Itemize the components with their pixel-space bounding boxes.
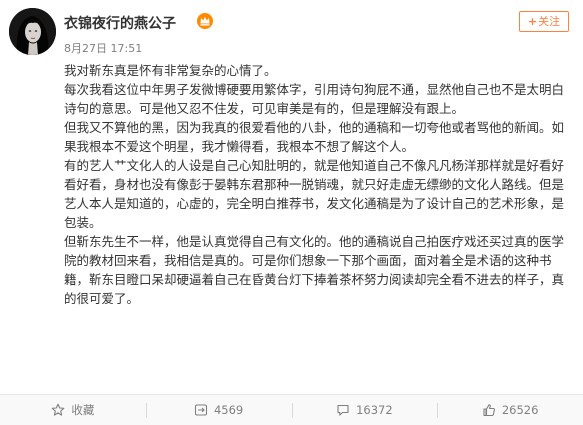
post-content: 我对靳东真是怀有非常复杂的心情了。 每次我看这位中年男子发微博硬要用繁体字，引用… (64, 61, 568, 308)
star-icon (52, 403, 65, 416)
post-timestamp[interactable]: 8月27日 17:51 (64, 40, 142, 56)
favorite-button[interactable]: 收藏 (0, 395, 146, 425)
post-paragraph: 我对靳东真是怀有非常复杂的心情了。 (64, 63, 277, 78)
like-button[interactable]: 26526 (437, 395, 583, 425)
repost-count: 4569 (213, 403, 244, 417)
follow-button[interactable]: +关注 (519, 11, 569, 32)
post-paragraph: 每次我看这位中年男子发微博硬要用繁体字，引用诗句狗屁不通，显然他自己也不是太明白… (64, 82, 565, 116)
avatar[interactable] (9, 8, 56, 55)
action-bar: 收藏 4569 16372 26526 (0, 394, 583, 425)
thumbs-up-icon (483, 404, 495, 417)
comment-icon (337, 404, 349, 416)
follow-label: 关注 (538, 15, 561, 28)
post-paragraph: 有的艺人艹文化人的人设是自己心知肚明的，就是他知道自己不像凡凡杨洋那样就是好看好… (64, 158, 565, 230)
post-paragraph: 但靳东先生不一样，他是认真觉得自己有文化的。他的通稿说自己拍医疗戏还买过真的医学… (64, 234, 565, 306)
weibo-post: 衣锦夜行的燕公子 +关注 8月27日 17:51 我对靳东真是怀有非常复杂的心情… (0, 0, 583, 425)
vip-crown-icon[interactable] (196, 12, 214, 30)
repost-button[interactable]: 4569 (145, 395, 292, 425)
comment-count: 16372 (356, 403, 393, 417)
repost-icon (194, 404, 208, 416)
post-paragraph: 但我又不算他的黑，因为我真的很爱看他的八卦，他的通稿和一切夸他或者骂他的新闻。如… (64, 120, 565, 154)
favorite-label: 收藏 (71, 403, 95, 417)
comment-button[interactable]: 16372 (291, 395, 438, 425)
plus-icon: + (527, 15, 538, 28)
like-count: 26526 (501, 403, 539, 417)
username[interactable]: 衣锦夜行的燕公子 (64, 13, 176, 33)
